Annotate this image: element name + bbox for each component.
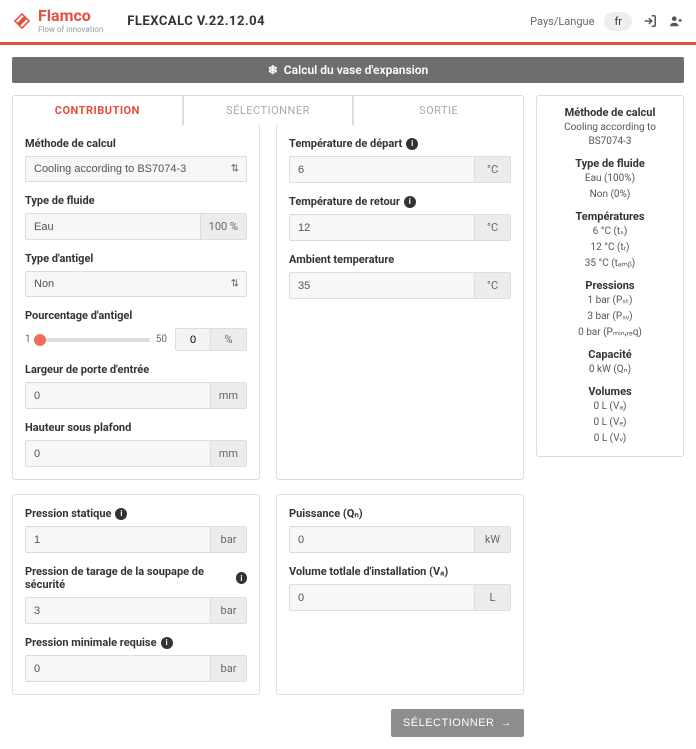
qn-label: Puissance (Qₙ) [289, 507, 511, 520]
door-input[interactable] [25, 382, 211, 409]
tflow-input[interactable] [289, 156, 475, 183]
info-icon[interactable]: i [115, 508, 127, 520]
login-icon[interactable] [642, 13, 658, 29]
lang-label: Pays/Langue [530, 15, 594, 28]
door-label: Largeur de porte d'entrée [25, 363, 247, 376]
section-title-bar: ❄Calcul du vase d'expansion [12, 57, 684, 83]
pst-label: Pression statiquei [25, 507, 247, 520]
info-icon[interactable]: i [236, 572, 247, 584]
info-icon[interactable]: i [161, 637, 173, 649]
antifreeze-label: Type d'antigel [25, 252, 247, 265]
pct-slider[interactable] [37, 338, 150, 342]
user-add-icon[interactable] [668, 13, 684, 29]
pct-value[interactable] [176, 329, 210, 350]
brand-tagline: Flow of innovation [38, 26, 103, 34]
next-button[interactable]: SÉLECTIONNER→ [391, 709, 524, 737]
tamb-input[interactable] [289, 272, 475, 299]
tflow-label: Température de départi [289, 137, 511, 150]
pst-input[interactable] [25, 526, 211, 553]
lang-button[interactable]: fr [604, 12, 632, 31]
info-icon[interactable]: i [406, 138, 418, 150]
tamb-label: Ambient temperature [289, 253, 511, 266]
brand-name: Flamco [38, 8, 103, 24]
brand-logo: Flamco Flow of innovation [12, 8, 103, 34]
fluid-unit: 100 % [201, 213, 247, 240]
tab-select[interactable]: SÉLECTIONNER [183, 95, 354, 125]
qn-input[interactable] [289, 526, 475, 553]
va-label: Volume totlale d'installation (Vₐ) [289, 565, 511, 578]
logo-icon [12, 11, 32, 31]
summary-panel: Méthode de calculCooling according to BS… [536, 95, 684, 457]
method-label: Méthode de calcul [25, 137, 247, 150]
antifreeze-select[interactable]: Non [25, 271, 247, 297]
pmin-label: Pression minimale requisei [25, 636, 247, 649]
tab-contribution[interactable]: CONTRIBUTION [12, 95, 183, 125]
slider-thumb[interactable] [34, 334, 46, 346]
app-title: FLEXCALC V.22.12.04 [127, 14, 265, 29]
va-input[interactable] [289, 584, 475, 611]
tret-label: Température de retouri [289, 195, 511, 208]
snowflake-icon: ❄ [268, 63, 278, 77]
pmin-input[interactable] [25, 655, 211, 682]
fluid-input[interactable] [25, 213, 201, 240]
tab-output[interactable]: SORTIE [353, 95, 524, 125]
ceil-label: Hauteur sous plafond [25, 421, 247, 434]
arrow-right-icon: → [501, 717, 513, 729]
psv-input[interactable] [25, 597, 211, 624]
pct-label: Pourcentage d'antigel [25, 309, 247, 322]
fluid-label: Type de fluide [25, 194, 247, 207]
tret-input[interactable] [289, 214, 475, 241]
top-bar: Flamco Flow of innovation FLEXCALC V.22.1… [0, 0, 696, 45]
info-icon[interactable]: i [404, 196, 416, 208]
wizard-tabs: CONTRIBUTION SÉLECTIONNER SORTIE [12, 95, 524, 125]
ceil-input[interactable] [25, 440, 211, 467]
psv-label: Pression de tarage de la soupape de sécu… [25, 565, 247, 591]
method-select[interactable]: Cooling according to BS7074-3 [25, 156, 247, 182]
